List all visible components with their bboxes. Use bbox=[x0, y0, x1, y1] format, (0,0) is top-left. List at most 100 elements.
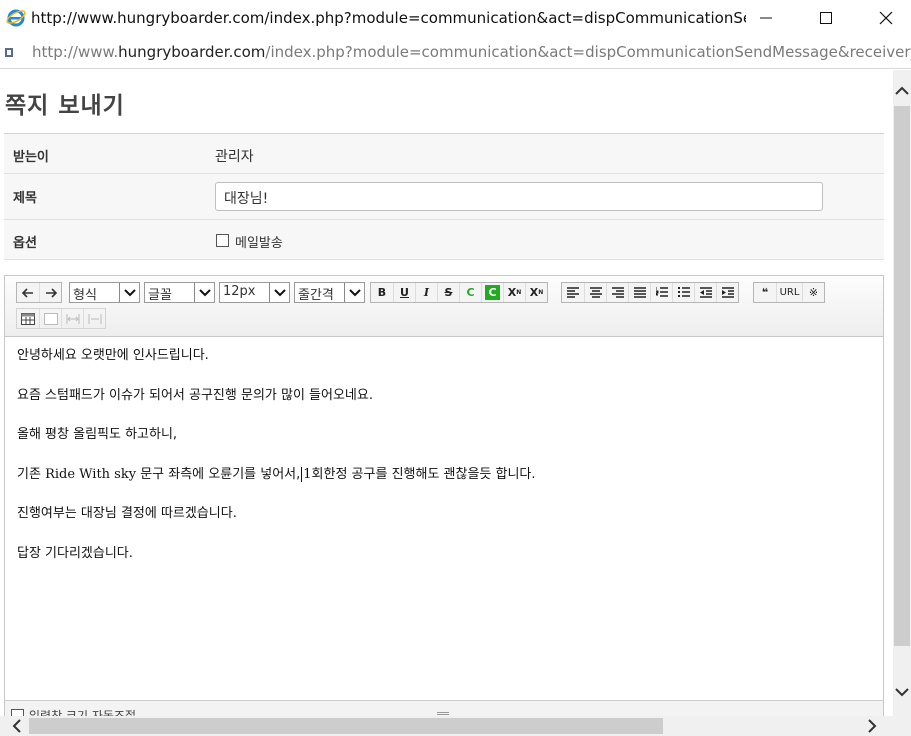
chevron-right-icon bbox=[867, 719, 876, 733]
url-domain: hungryboarder.com bbox=[118, 43, 266, 61]
chevron-down-icon bbox=[119, 283, 139, 302]
chevron-down-icon bbox=[895, 687, 909, 696]
address-bar[interactable]: http://www.hungryboarder.com/index.php?m… bbox=[0, 36, 911, 69]
minimize-button[interactable] bbox=[736, 0, 796, 36]
superscript-button[interactable]: XN bbox=[503, 283, 525, 302]
receiver-label: 받는이 bbox=[13, 150, 49, 165]
send-mail-label[interactable]: 메일발송 bbox=[235, 232, 283, 251]
url-path: /index.php?module=communication&act=disp… bbox=[265, 43, 911, 61]
align-center-button[interactable] bbox=[584, 283, 606, 302]
indent-icon bbox=[721, 287, 734, 298]
content-fragment: 회한정 공구를 진행해도 괜찮을듯 합니다. bbox=[311, 466, 536, 482]
italic-button[interactable]: I bbox=[415, 283, 437, 302]
table-icon bbox=[21, 312, 35, 325]
subscript-label: X bbox=[529, 286, 539, 299]
maximize-icon bbox=[820, 12, 832, 24]
merge-cells-button[interactable] bbox=[61, 309, 83, 328]
editor-resize-bar: 입력창 크기 자동조절 bbox=[5, 700, 883, 716]
address-url[interactable]: http://www.hungryboarder.com/index.php?m… bbox=[32, 43, 911, 61]
content-line: 안녕하세요 오랫만에 인사드립니다. bbox=[17, 348, 209, 363]
scroll-left-button[interactable] bbox=[6, 716, 26, 736]
unordered-list-icon bbox=[677, 287, 690, 297]
send-mail-checkbox[interactable] bbox=[216, 234, 229, 247]
split-cells-button[interactable] bbox=[83, 309, 105, 328]
outdent-icon bbox=[699, 287, 712, 298]
subscript-button[interactable]: XN bbox=[525, 283, 547, 302]
superscript-n-icon: N bbox=[516, 289, 522, 296]
align-right-button[interactable] bbox=[606, 283, 628, 302]
content-line: 요즘 스텀패드가 이슈가 되어서 공구진행 문의가 많이 들어오네요. bbox=[17, 387, 373, 403]
special-char-button[interactable]: ※ bbox=[802, 283, 824, 302]
content-fragment: 문구 좌측에 오륜기를 넣어서, bbox=[136, 466, 301, 482]
content-line: 올해 평창 올림픽도 하고하니, bbox=[17, 427, 178, 442]
subject-row: 제목 대장님! bbox=[4, 174, 884, 220]
redo-button[interactable] bbox=[39, 283, 61, 302]
scroll-up-button[interactable] bbox=[893, 80, 911, 100]
subject-label: 제목 bbox=[13, 191, 37, 206]
line-height-select[interactable]: 줄간격 bbox=[294, 282, 365, 303]
chevron-left-icon bbox=[12, 719, 21, 733]
internet-explorer-icon bbox=[6, 9, 26, 27]
format-select[interactable]: 형식 bbox=[69, 282, 140, 303]
align-left-button[interactable] bbox=[562, 283, 584, 302]
autoresize-label[interactable]: 입력창 크기 자동조절 bbox=[29, 707, 136, 716]
content-line: 진행여부는 대장님 결정에 따르겠습니다. bbox=[17, 506, 237, 521]
redo-icon bbox=[45, 287, 57, 298]
editor-content[interactable]: 안녕하세요 오랫만에 인사드립니다. 요즘 스텀패드가 이슈가 되어서 공구진행… bbox=[17, 348, 873, 585]
autoresize-checkbox[interactable] bbox=[11, 709, 24, 716]
text-style-group: B U I S C C XN XN bbox=[370, 282, 548, 303]
table-cell-icon bbox=[43, 312, 58, 325]
url-button[interactable]: URL bbox=[776, 283, 802, 302]
receiver-value: 관리자 bbox=[215, 149, 254, 165]
bold-button[interactable]: B bbox=[371, 283, 393, 302]
quote-button[interactable]: ❝ bbox=[754, 283, 776, 302]
align-center-icon bbox=[589, 287, 602, 298]
font-select-value: 글꼴 bbox=[148, 288, 172, 303]
receiver-row: 받는이 관리자 bbox=[4, 134, 884, 174]
option-label: 옵션 bbox=[13, 236, 37, 251]
scroll-right-button[interactable] bbox=[862, 716, 882, 736]
chevron-down-icon bbox=[269, 283, 289, 302]
table-cell-button[interactable] bbox=[39, 309, 61, 328]
paragraph-group bbox=[561, 282, 739, 303]
horizontal-scroll-thumb[interactable] bbox=[29, 718, 663, 734]
undo-button[interactable] bbox=[17, 283, 39, 302]
horizontal-scrollbar[interactable] bbox=[0, 716, 911, 736]
url-prefix: http://www. bbox=[32, 43, 119, 61]
vertical-scrollbar[interactable] bbox=[893, 70, 911, 716]
underline-button[interactable]: U bbox=[393, 283, 415, 302]
superscript-label: X bbox=[507, 286, 517, 299]
font-select[interactable]: 글꼴 bbox=[144, 282, 215, 303]
merge-cells-icon bbox=[66, 313, 79, 324]
strikethrough-button[interactable]: S bbox=[437, 283, 459, 302]
editor-toolbar: 형식 글꼴 12px 줄간격 B U I S C C X N X N ❝ URL… bbox=[5, 276, 883, 337]
outdent-button[interactable] bbox=[694, 283, 716, 302]
background-color-button[interactable]: C bbox=[481, 283, 503, 302]
line-height-select-value: 줄간격 bbox=[298, 288, 334, 303]
scroll-down-button[interactable] bbox=[893, 682, 911, 702]
maximize-button[interactable] bbox=[796, 0, 856, 36]
insert-table-button[interactable] bbox=[17, 309, 39, 328]
font-size-select[interactable]: 12px bbox=[219, 282, 290, 303]
page-title: 쪽지 보내기 bbox=[5, 93, 125, 119]
option-row: 옵션 메일발송 bbox=[4, 220, 884, 260]
indent-button[interactable] bbox=[716, 283, 738, 302]
align-justify-button[interactable] bbox=[628, 283, 650, 302]
chevron-down-icon bbox=[344, 283, 364, 302]
ordered-list-icon bbox=[655, 287, 668, 297]
subject-input[interactable]: 대장님! bbox=[215, 182, 823, 211]
format-select-value: 형식 bbox=[73, 288, 97, 303]
close-icon bbox=[879, 11, 893, 25]
content-line: 기존 Ride With sky 문구 좌측에 오륜기를 넣어서, 1회한정 공구… bbox=[17, 466, 873, 483]
vertical-scroll-thumb[interactable] bbox=[894, 106, 910, 646]
unordered-list-button[interactable] bbox=[672, 283, 694, 302]
align-justify-icon bbox=[633, 287, 646, 298]
chevron-up-icon bbox=[895, 86, 909, 95]
message-editor: 형식 글꼴 12px 줄간격 B U I S C C X N X N ❝ URL… bbox=[4, 275, 884, 716]
ordered-list-button[interactable] bbox=[650, 283, 672, 302]
close-button[interactable] bbox=[856, 0, 911, 36]
font-color-button[interactable]: C bbox=[459, 283, 481, 302]
message-form: 받는이 관리자 제목 대장님! 옵션 메일발송 bbox=[4, 133, 884, 260]
page-icon bbox=[5, 48, 13, 57]
resize-grip-icon[interactable] bbox=[437, 712, 449, 715]
